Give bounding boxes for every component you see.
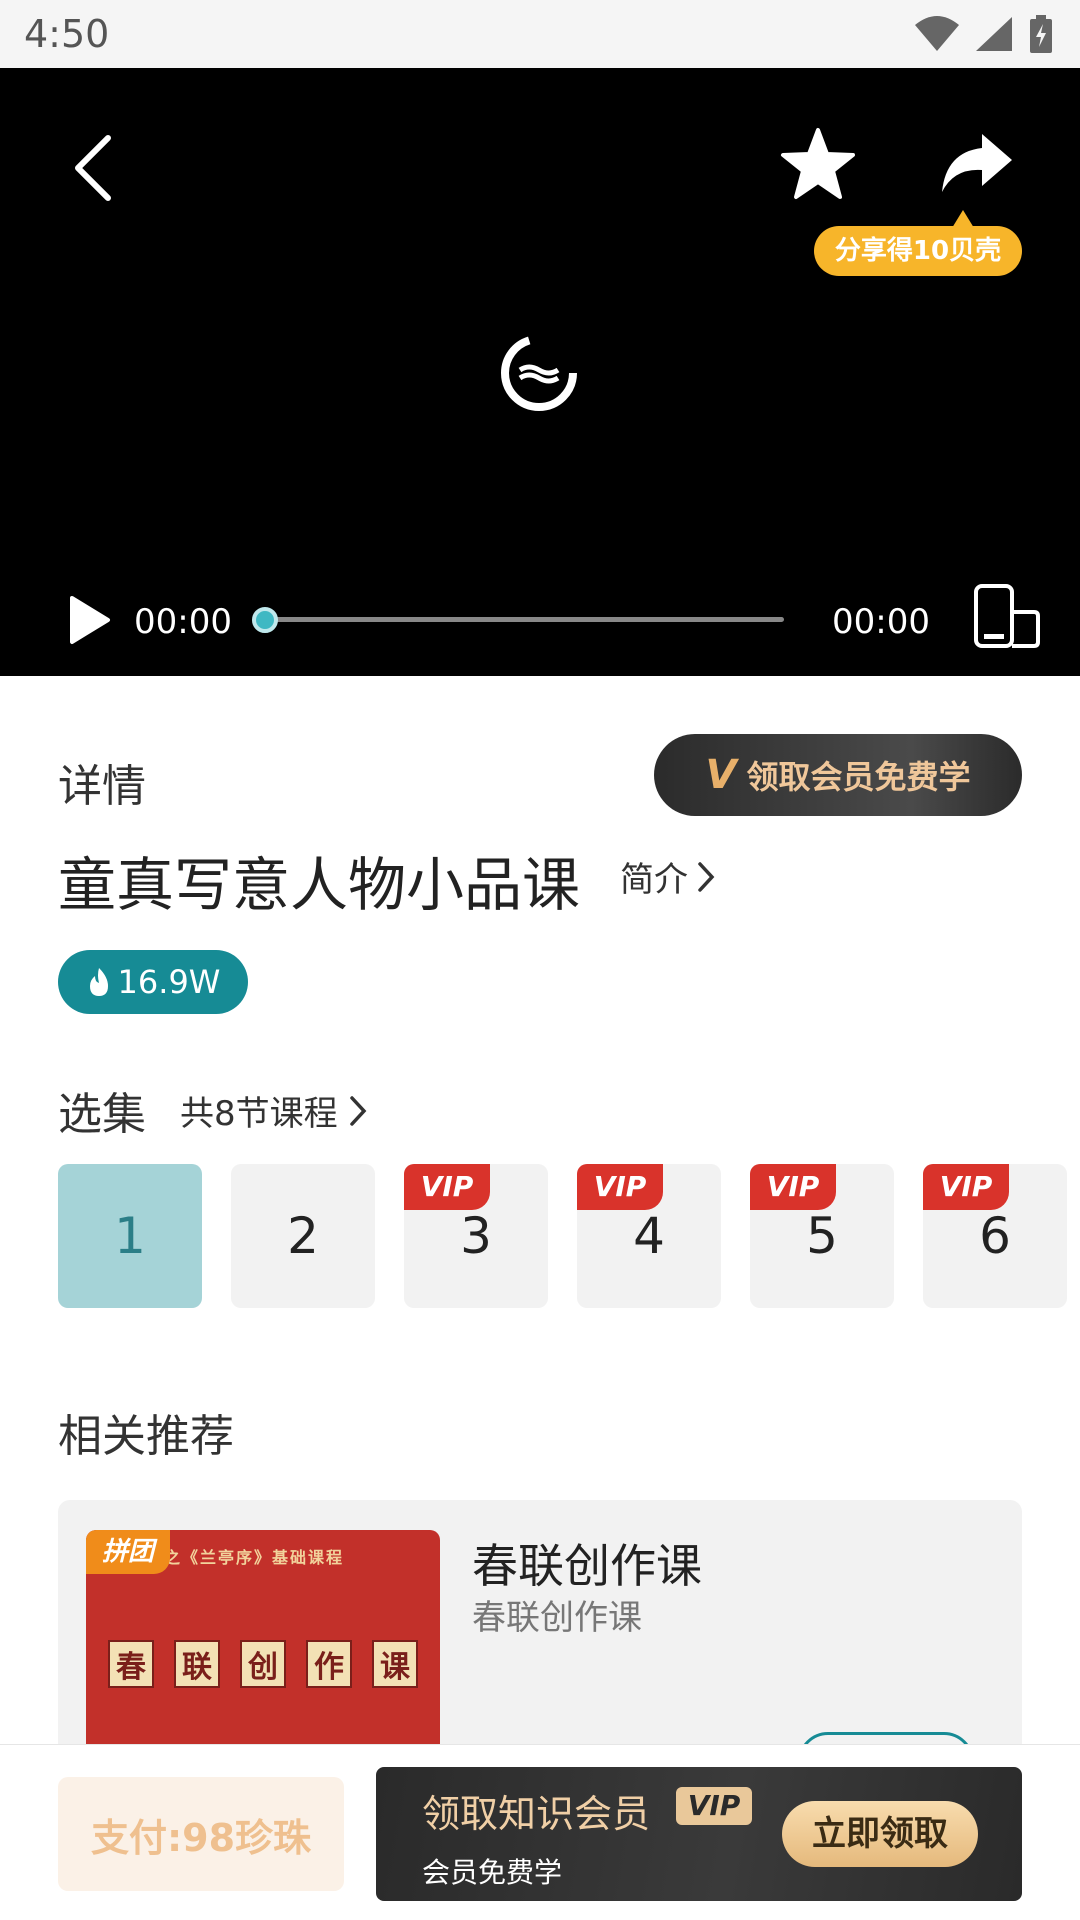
intro-link[interactable]: 简介 bbox=[620, 852, 716, 901]
progress-track[interactable] bbox=[262, 617, 784, 622]
episode-item[interactable]: VIP 6 bbox=[923, 1164, 1067, 1308]
bottom-bar: 支付:98珍珠 领取知识会员 VIP 会员免费学 立即领取 bbox=[0, 1744, 1080, 1920]
signal-icon bbox=[976, 17, 1012, 51]
vip-tag: VIP bbox=[577, 1164, 663, 1210]
episode-item[interactable]: VIP 5 bbox=[750, 1164, 894, 1308]
thumbnail-char: 联 bbox=[174, 1640, 220, 1688]
recommend-subtitle: 春联创作课 bbox=[472, 1598, 642, 1638]
status-bar: 4:50 bbox=[0, 0, 1080, 68]
popularity-count: 16.9W bbox=[117, 963, 221, 1001]
course-title: 童真写意人物小品课 bbox=[58, 851, 581, 919]
intro-label: 简介 bbox=[620, 860, 688, 900]
episodes-count-label: 共8节课程 bbox=[180, 1094, 338, 1134]
popularity-badge: 16.9W bbox=[58, 950, 248, 1014]
thumbnail-char: 作 bbox=[306, 1640, 352, 1688]
status-icons bbox=[914, 14, 1054, 54]
member-banner[interactable]: 领取知识会员 VIP 会员免费学 立即领取 bbox=[376, 1767, 1022, 1901]
vip-v-icon: V bbox=[705, 752, 737, 798]
total-time: 00:00 bbox=[832, 602, 930, 642]
vip-free-learn-button[interactable]: V 领取会员免费学 bbox=[654, 734, 1022, 816]
episode-list: 1 2 VIP 3 VIP 4 VIP 5 VIP 6 bbox=[58, 1164, 1067, 1308]
vip-tag: VIP bbox=[923, 1164, 1009, 1210]
rotate-screen-icon[interactable] bbox=[972, 582, 1042, 652]
share-reward-tip: 分享得10贝壳 bbox=[814, 210, 1022, 276]
progress-thumb[interactable] bbox=[252, 607, 278, 633]
status-time: 4:50 bbox=[24, 12, 110, 56]
recommend-heading: 相关推荐 bbox=[58, 1411, 234, 1462]
recommend-card[interactable]: 羲之《兰亭序》基础课程 春 联 创 作 课 拼团 春联创作课 春联创作课 bbox=[58, 1500, 1022, 1760]
thumbnail-char: 课 bbox=[372, 1640, 418, 1688]
episodes-count-link[interactable]: 共8节课程 bbox=[180, 1086, 368, 1135]
group-buy-tag: 拼团 bbox=[86, 1530, 170, 1574]
episode-number: 6 bbox=[979, 1207, 1011, 1265]
episode-item[interactable]: VIP 4 bbox=[577, 1164, 721, 1308]
loading-spinner-icon bbox=[501, 335, 577, 411]
episode-item[interactable]: 2 bbox=[231, 1164, 375, 1308]
episode-number: 2 bbox=[287, 1207, 319, 1265]
member-subtitle: 会员免费学 bbox=[422, 1856, 563, 1889]
episode-item[interactable]: 1 bbox=[58, 1164, 202, 1308]
thumbnail-char: 创 bbox=[240, 1640, 286, 1688]
episode-number: 5 bbox=[806, 1207, 838, 1265]
episodes-heading: 选集 bbox=[58, 1089, 146, 1140]
vip-tag: VIP bbox=[750, 1164, 836, 1210]
vip-free-learn-label: 领取会员免费学 bbox=[746, 758, 971, 796]
chevron-right-icon bbox=[349, 1095, 367, 1126]
share-arrow-icon[interactable] bbox=[938, 130, 1014, 196]
episode-number: 1 bbox=[114, 1207, 146, 1265]
recommend-title: 春联创作课 bbox=[472, 1539, 702, 1593]
recommend-thumbnail: 羲之《兰亭序》基础课程 春 联 创 作 课 拼团 bbox=[86, 1530, 440, 1760]
current-time: 00:00 bbox=[134, 602, 232, 642]
chevron-right-icon bbox=[698, 861, 715, 892]
battery-icon bbox=[1030, 15, 1052, 53]
thumbnail-char: 春 bbox=[108, 1640, 154, 1688]
member-title: 领取知识会员 bbox=[422, 1792, 651, 1836]
fire-icon bbox=[89, 968, 108, 996]
play-icon[interactable] bbox=[66, 594, 112, 646]
wifi-icon bbox=[915, 16, 959, 51]
episode-number: 3 bbox=[460, 1207, 492, 1265]
vip-tag: VIP bbox=[404, 1164, 490, 1210]
member-vip-badge: VIP bbox=[676, 1787, 752, 1825]
favorite-star-icon[interactable] bbox=[780, 126, 856, 202]
video-player[interactable]: 分享得10贝壳 00:00 00:00 bbox=[0, 68, 1080, 676]
details-heading: 详情 bbox=[58, 761, 146, 812]
back-chevron-icon[interactable] bbox=[66, 128, 126, 208]
claim-now-button[interactable]: 立即领取 bbox=[782, 1801, 978, 1867]
episode-number: 4 bbox=[633, 1207, 665, 1265]
pay-button[interactable]: 支付:98珍珠 bbox=[58, 1777, 344, 1891]
thumbnail-caption: 羲之《兰亭序》基础课程 bbox=[146, 1548, 345, 1567]
episode-item[interactable]: VIP 3 bbox=[404, 1164, 548, 1308]
thumbnail-characters: 春 联 创 作 课 bbox=[108, 1640, 418, 1688]
